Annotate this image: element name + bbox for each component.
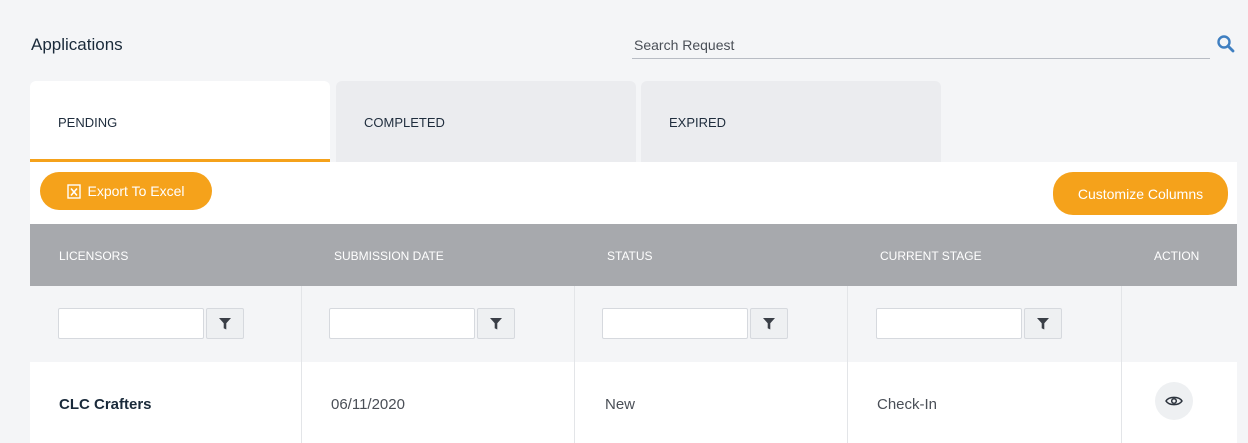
column-header-action: ACTION [1154,249,1200,263]
filter-row [30,286,1237,362]
current-stage-filter-button[interactable] [1024,308,1062,339]
filter-icon [219,317,231,329]
licensors-filter-button[interactable] [206,308,244,339]
page-title: Applications [31,35,123,54]
table-row[interactable]: CLC Crafters 06/11/2020 New Check-In [30,362,1237,443]
submission-date-filter-input[interactable] [329,308,475,339]
search-icon[interactable] [1216,34,1236,54]
export-to-excel-label: Export To Excel [87,183,185,199]
column-divider [301,362,302,443]
column-header-licensors[interactable]: LICENSORS [59,224,128,263]
table-header: LICENSORS SUBMISSION DATE STATUS CURRENT… [30,224,1237,286]
status-filter-button[interactable] [750,308,788,339]
licensors-filter-input[interactable] [58,308,204,339]
eye-icon [1165,396,1183,406]
tab-completed[interactable]: COMPLETED [336,81,636,162]
tab-expired-label: EXPIRED [669,115,727,130]
current-stage-cell: Check-In [877,396,938,413]
submission-date-cell: 06/11/2020 [331,396,405,413]
search-input[interactable] [632,32,1192,58]
column-divider [574,362,575,443]
current-stage-filter-input[interactable] [876,308,1022,339]
licensor-cell: CLC Crafters [59,396,152,413]
column-header-submission-date[interactable]: SUBMISSION DATE [334,224,444,263]
tab-expired[interactable]: EXPIRED [641,81,941,162]
column-divider [301,286,302,362]
column-header-status[interactable]: STATUS [607,224,653,263]
filter-icon [1037,317,1049,329]
customize-columns-button[interactable]: Customize Columns [1053,172,1228,215]
applications-panel: Export To Excel Customize Columns LICENS… [30,162,1237,443]
status-filter-input[interactable] [602,308,748,339]
search-bar [632,32,1210,59]
filter-icon [763,317,775,329]
tab-completed-label: COMPLETED [364,115,445,130]
column-header-current-stage[interactable]: CURRENT STAGE [880,224,982,263]
filter-icon [490,317,502,329]
column-divider [574,286,575,362]
submission-date-filter-button[interactable] [477,308,515,339]
column-divider [847,286,848,362]
view-button[interactable] [1155,382,1193,420]
tab-pending[interactable]: PENDING [30,81,330,162]
export-to-excel-button[interactable]: Export To Excel [40,172,212,210]
excel-file-icon [67,183,82,199]
column-divider [1121,362,1122,443]
status-cell: New [605,396,636,413]
column-divider [1121,286,1122,362]
tab-pending-label: PENDING [58,115,118,130]
column-divider [847,362,848,443]
